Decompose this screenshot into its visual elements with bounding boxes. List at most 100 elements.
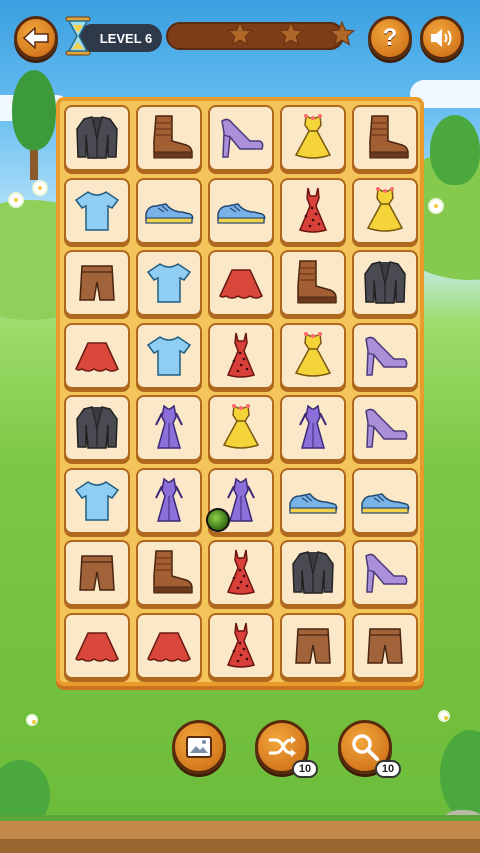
picture-icon [186, 736, 212, 758]
tile-heel[interactable] [208, 105, 274, 171]
red-dress-icon [226, 549, 256, 595]
shuffle-count: 10 [298, 763, 312, 775]
help-button[interactable]: ? [368, 16, 412, 60]
tile-tshirt[interactable] [136, 250, 202, 316]
tile-purple-dress[interactable] [280, 395, 346, 461]
yellow-dress-icon [366, 186, 404, 232]
picture-hint-button[interactable] [172, 720, 226, 774]
shorts-icon [295, 627, 331, 664]
tile-jacket[interactable] [64, 395, 130, 461]
tile-sneaker[interactable] [208, 177, 274, 244]
star-icon [226, 20, 254, 46]
tile-shorts[interactable] [352, 612, 418, 679]
tshirt-icon [74, 190, 120, 231]
red-dress-icon [226, 622, 256, 668]
tile-red-dress[interactable] [280, 177, 346, 244]
tile-skirt[interactable] [64, 612, 130, 679]
cursor-marker [206, 508, 230, 532]
yellow-dress-icon [222, 404, 260, 449]
tile-jacket[interactable] [280, 540, 346, 606]
shorts-icon [79, 555, 115, 591]
red-dress-icon [298, 187, 328, 233]
star-rating [226, 20, 356, 50]
shuffle-icon [269, 736, 296, 757]
tile-sneaker[interactable] [280, 467, 346, 534]
tile-yellow-dress[interactable] [280, 105, 346, 171]
heel-icon [365, 408, 408, 448]
level-label: LEVEL 6 [99, 30, 153, 46]
tile-boot[interactable] [352, 105, 418, 171]
tile-skirt[interactable] [208, 250, 274, 316]
tile-shorts[interactable] [64, 540, 130, 606]
tshirt-icon [146, 263, 192, 303]
tile-yellow-dress[interactable] [208, 395, 274, 461]
tile-red-dress[interactable] [208, 322, 274, 389]
question-icon: ? [382, 24, 398, 51]
shorts-icon [79, 265, 115, 301]
boot-icon [297, 260, 337, 304]
game-board [56, 97, 424, 686]
tile-heel[interactable] [352, 540, 418, 606]
star-icon [328, 20, 356, 46]
shuffle-count-badge: 10 [292, 760, 318, 778]
tile-heel[interactable] [352, 322, 418, 389]
ground-strip [0, 815, 480, 853]
purple-dress-icon [155, 477, 183, 522]
tile-tshirt[interactable] [64, 177, 130, 244]
heel-icon [365, 336, 408, 376]
yellow-dress-icon [294, 331, 332, 377]
skirt-icon [75, 631, 119, 662]
star-icon [277, 20, 305, 46]
search-count: 10 [381, 763, 395, 775]
tile-jacket[interactable] [64, 105, 130, 171]
purple-dress-icon [299, 404, 327, 449]
heel-icon [221, 118, 264, 158]
magnifier-icon [352, 734, 379, 761]
red-dress-icon [226, 332, 256, 378]
tile-sneaker[interactable] [352, 467, 418, 534]
sneaker-icon [361, 492, 410, 514]
search-count-badge: 10 [375, 760, 401, 778]
boot-icon [369, 115, 409, 159]
tile-tshirt[interactable] [64, 467, 130, 534]
purple-dress-icon [155, 404, 183, 449]
tile-shorts[interactable] [280, 612, 346, 679]
tile-red-dress[interactable] [208, 540, 274, 606]
tile-tshirt[interactable] [136, 322, 202, 389]
jacket-icon [292, 551, 334, 594]
tile-purple-dress[interactable] [136, 467, 202, 534]
tile-boot[interactable] [280, 250, 346, 316]
speaker-icon [431, 29, 452, 47]
sneaker-icon [289, 492, 338, 514]
tile-red-dress[interactable] [208, 612, 274, 679]
boot-icon [153, 550, 193, 594]
tile-boot[interactable] [136, 540, 202, 606]
skirt-icon [147, 631, 191, 662]
jacket-icon [76, 116, 118, 159]
tile-purple-dress[interactable] [136, 395, 202, 461]
tshirt-icon [146, 335, 192, 376]
tile-heel[interactable] [352, 395, 418, 461]
tile-jacket[interactable] [352, 250, 418, 316]
tshirt-icon [74, 480, 120, 521]
tile-sneaker[interactable] [136, 177, 202, 244]
boot-icon [153, 115, 193, 159]
jacket-icon [364, 261, 406, 304]
tile-yellow-dress[interactable] [352, 177, 418, 244]
tile-shorts[interactable] [64, 250, 130, 316]
back-arrow-icon [23, 27, 49, 49]
tile-skirt[interactable] [64, 322, 130, 389]
tile-yellow-dress[interactable] [280, 322, 346, 389]
sound-button[interactable] [420, 16, 464, 60]
hourglass-icon [65, 16, 91, 56]
skirt-icon [75, 341, 119, 372]
sneaker-icon [145, 202, 194, 224]
tile-boot[interactable] [136, 105, 202, 171]
sneaker-icon [217, 202, 266, 224]
tile-skirt[interactable] [136, 612, 202, 679]
skirt-icon [219, 269, 263, 299]
jacket-icon [76, 406, 118, 449]
yellow-dress-icon [294, 114, 332, 159]
back-button[interactable] [14, 16, 58, 60]
shorts-icon [367, 627, 403, 664]
